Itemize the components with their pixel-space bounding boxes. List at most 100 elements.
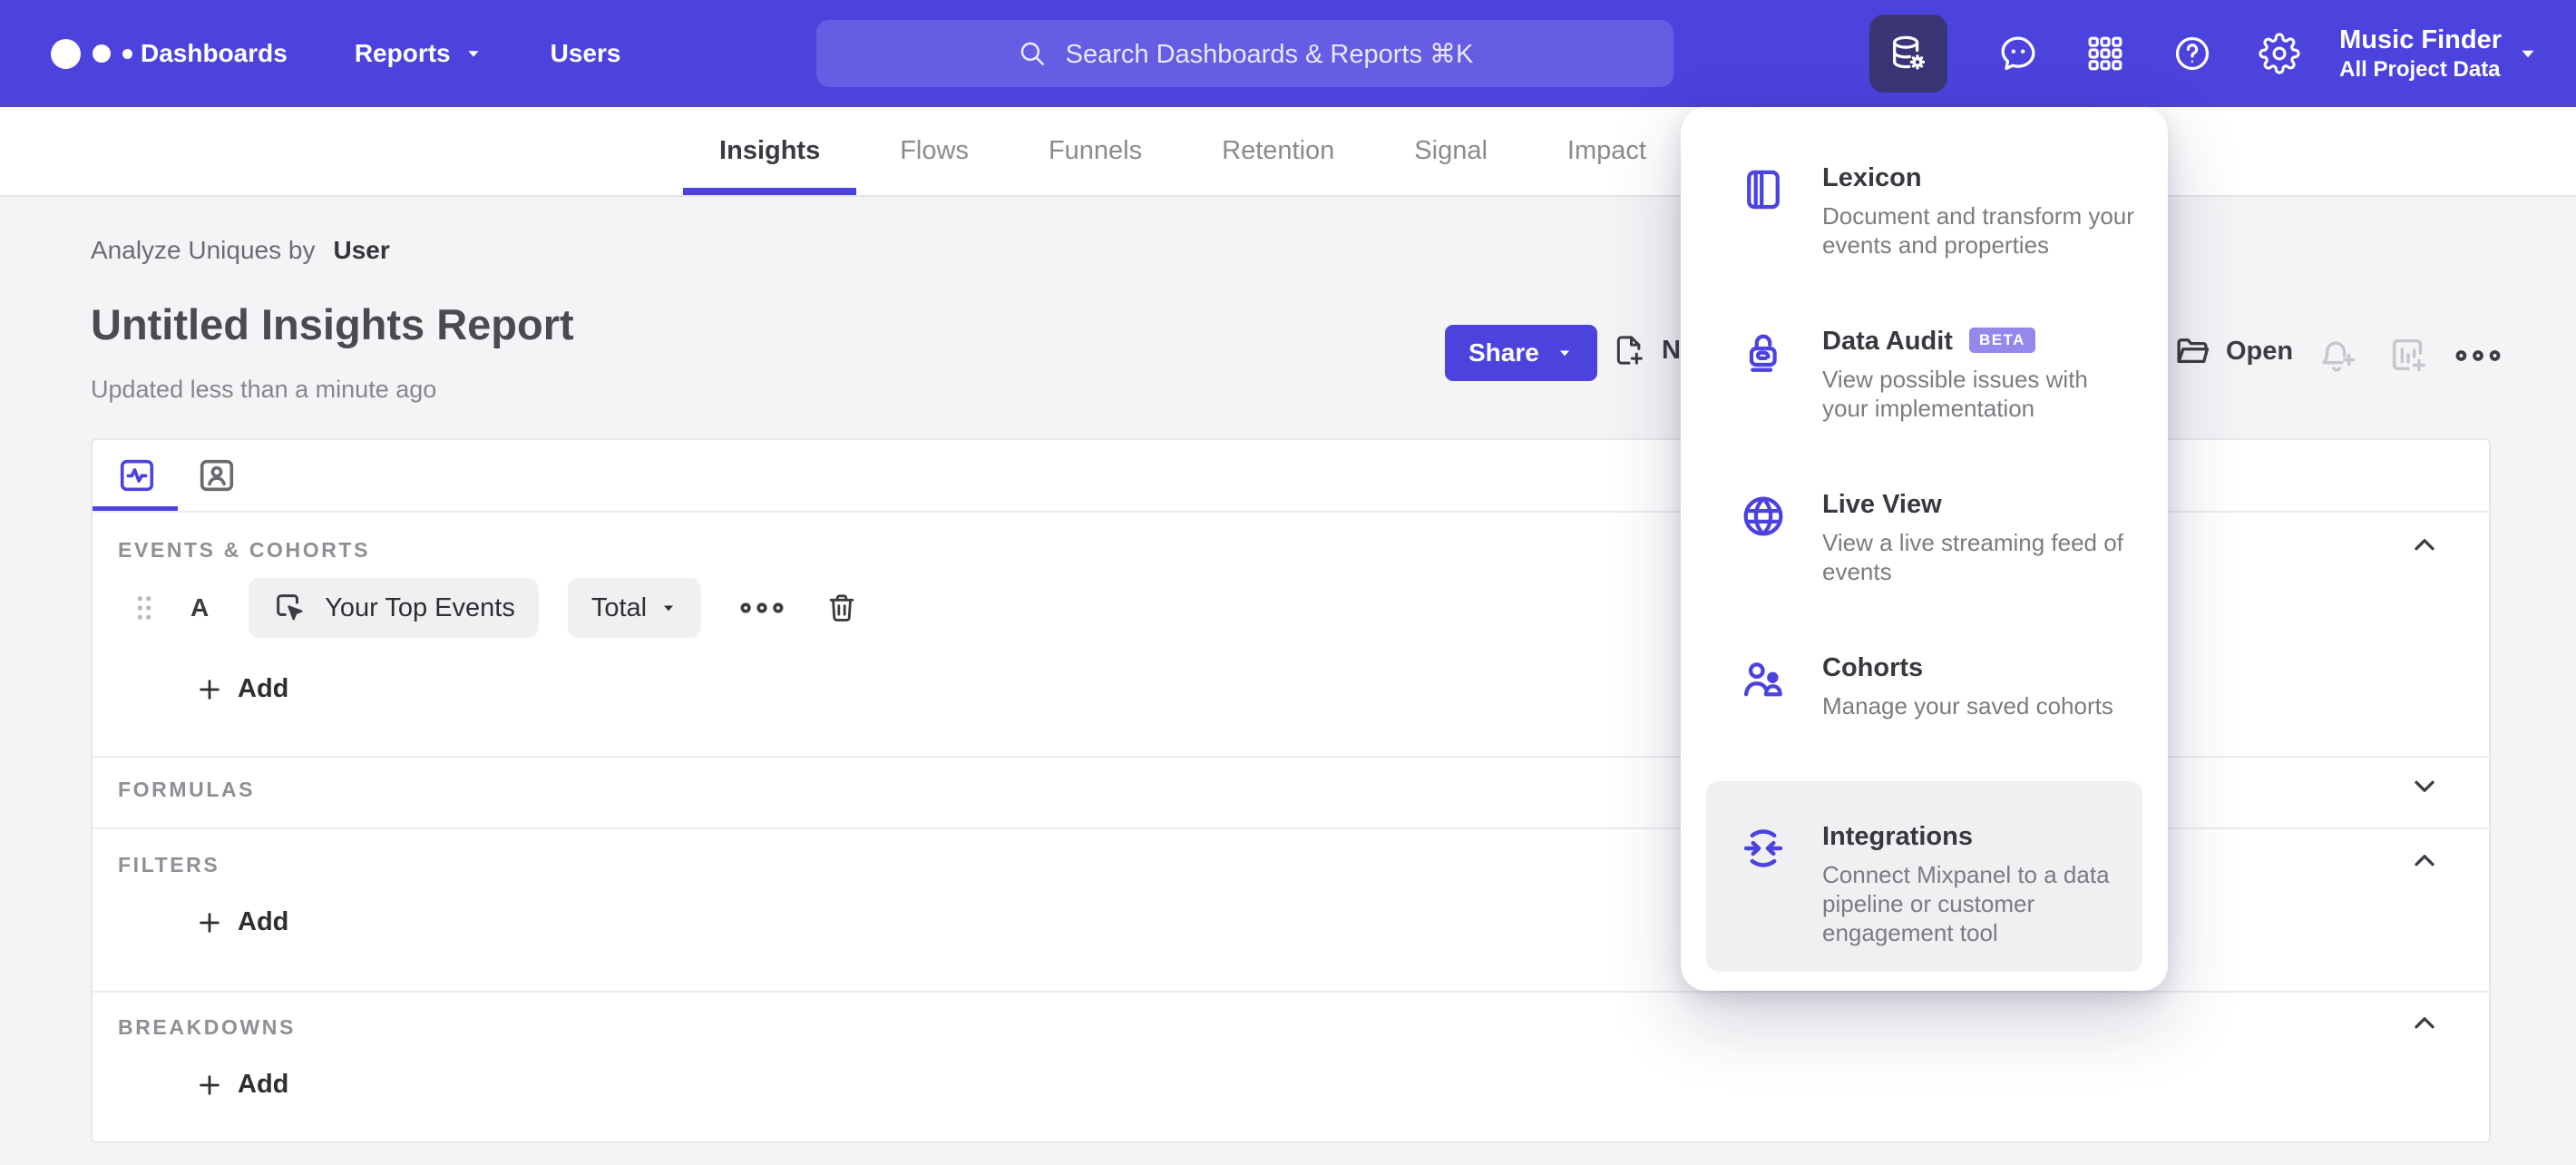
beta-badge: BETA [1968, 327, 2035, 353]
context-prefix: Analyze Uniques by [91, 236, 316, 264]
tab-flows[interactable]: Flows [864, 107, 1005, 195]
logo-dot-medium [93, 44, 111, 63]
nav-item-dashboards[interactable]: Dashboards [141, 39, 288, 68]
top-nav-bar: Dashboards Reports Users Search Dashboar… [0, 0, 2576, 107]
integrations-sync-icon [1739, 822, 1788, 947]
plus-icon [200, 912, 220, 933]
apps-grid-button[interactable] [2062, 34, 2149, 73]
add-filter-button[interactable]: Add [196, 907, 288, 937]
nav-item-reports[interactable]: Reports [355, 39, 483, 68]
trash-icon [829, 594, 854, 622]
project-selector[interactable]: Music Finder All Project Data [2339, 24, 2502, 83]
user-profiles-tab[interactable] [194, 453, 239, 498]
menu-item-description: View a live streaming feed of events [1822, 529, 2123, 585]
section-divider [93, 991, 2489, 993]
analysis-context: Analyze Uniques by User [91, 236, 390, 265]
context-value-user[interactable]: User [333, 236, 389, 264]
updated-timestamp: Updated less than a minute ago [91, 376, 437, 403]
menu-item-description: Document and transform your events and p… [1822, 202, 2134, 259]
more-horizontal-icon [740, 602, 784, 613]
delete-event-button[interactable] [825, 591, 859, 625]
new-document-icon [1616, 336, 1643, 365]
help-button[interactable] [2149, 33, 2236, 74]
open-label: Open [2226, 336, 2294, 366]
global-search-input[interactable]: Search Dashboards & Reports ⌘K [816, 20, 1673, 87]
menu-item-live-view[interactable]: Live View View a live streaming feed of … [1739, 490, 2129, 586]
cohorts-people-icon [1739, 653, 1788, 720]
create-alert-button[interactable] [2317, 334, 2358, 376]
menu-item-title: Lexicon [1822, 163, 1922, 192]
chevron-down-icon [1559, 350, 1569, 357]
add-chart-icon [2392, 338, 2425, 372]
project-name: Music Finder [2339, 25, 2502, 54]
event-selector-chip[interactable]: Your Top Events [249, 578, 539, 638]
help-icon [2176, 36, 2210, 71]
drag-handle[interactable] [134, 593, 154, 622]
menu-item-lexicon[interactable]: Lexicon Document and transform your even… [1739, 163, 2134, 259]
nav-item-label: Users [550, 39, 621, 67]
menu-item-integrations[interactable]: Integrations Connect Mixpanel to a data … [1739, 822, 2129, 947]
menu-item-text: Data Audit BETA View possible issues wit… [1822, 327, 2140, 423]
nav-item-users[interactable]: Users [551, 39, 621, 68]
tab-funnels[interactable]: Funnels [1012, 107, 1178, 195]
feedback-bubble-icon [2001, 36, 2035, 71]
breakdowns-collapse-button[interactable] [2407, 1006, 2442, 1041]
project-scope: All Project Data [2339, 57, 2501, 82]
tab-label: Signal [1414, 136, 1488, 165]
data-management-button[interactable] [1869, 15, 1948, 93]
user-card-icon [200, 459, 234, 492]
share-button[interactable]: Share [1445, 325, 1597, 381]
filters-collapse-button[interactable] [2407, 844, 2442, 878]
add-label: Add [238, 907, 289, 936]
tab-retention[interactable]: Retention [1186, 107, 1371, 195]
settings-button[interactable] [2236, 33, 2323, 74]
more-horizontal-icon [2455, 350, 2501, 361]
events-collapse-button[interactable] [2407, 528, 2442, 563]
report-tabbar: Insights Flows Funnels Retention Signal … [0, 107, 2576, 197]
add-event-button[interactable]: Add [196, 674, 288, 704]
gear-icon [2259, 33, 2300, 74]
plus-icon [200, 1074, 220, 1095]
tab-impact[interactable]: Impact [1531, 107, 1683, 195]
report-tabs: Insights Flows Funnels Retention Signal … [679, 107, 1686, 195]
chevron-up-icon [2415, 855, 2435, 866]
project-chevron-down-icon[interactable] [2516, 42, 2540, 65]
tab-label: Flows [900, 136, 969, 165]
mixpanel-app: Dashboards Reports Users Search Dashboar… [0, 0, 2576, 1165]
add-to-dashboard-button[interactable] [2387, 334, 2429, 376]
grid-icon [2088, 36, 2122, 71]
event-row-more-button[interactable] [739, 598, 785, 618]
events-metrics-tab[interactable] [114, 453, 160, 498]
nav-item-label: Dashboards [141, 39, 288, 67]
open-report-button[interactable]: Open [2173, 332, 2293, 370]
add-breakdown-button[interactable]: Add [196, 1070, 288, 1100]
menu-item-title: Cohorts [1822, 653, 1924, 682]
mixpanel-logo[interactable] [51, 0, 132, 107]
menu-item-text: Integrations Connect Mixpanel to a data … [1822, 822, 2122, 947]
menu-item-description: Connect Mixpanel to a data pipeline or c… [1822, 861, 2110, 946]
add-label: Add [238, 1070, 289, 1099]
chevron-up-icon [2415, 1017, 2435, 1029]
menu-item-cohorts[interactable]: Cohorts Manage your saved cohorts [1739, 653, 2129, 720]
formulas-expand-button[interactable] [2407, 769, 2442, 803]
data-management-dropdown: Lexicon Document and transform your even… [1681, 107, 2168, 991]
series-letter: A [190, 593, 210, 622]
tab-label: Funnels [1048, 136, 1143, 165]
feedback-button[interactable] [1975, 33, 2062, 74]
search-icon [1020, 42, 1044, 65]
chevron-up-icon [2415, 539, 2435, 551]
logo-dot-small [122, 48, 132, 59]
tab-signal[interactable]: Signal [1378, 107, 1524, 195]
tab-label: Insights [719, 136, 821, 165]
logo-dot-large [51, 38, 81, 69]
page-title[interactable]: Untitled Insights Report [91, 299, 574, 349]
metric-selector-chip[interactable]: Total [567, 578, 702, 638]
menu-item-text: Cohorts Manage your saved cohorts [1822, 653, 2140, 720]
report-more-menu-button[interactable] [2454, 345, 2502, 367]
menu-item-title: Integrations [1822, 822, 1973, 851]
menu-item-data-audit[interactable]: Data Audit BETA View possible issues wit… [1739, 327, 2129, 423]
metric-value: Total [590, 592, 648, 622]
tab-insights[interactable]: Insights [683, 107, 857, 195]
lexicon-book-icon [1739, 163, 1788, 259]
open-folder-icon [2177, 338, 2210, 364]
